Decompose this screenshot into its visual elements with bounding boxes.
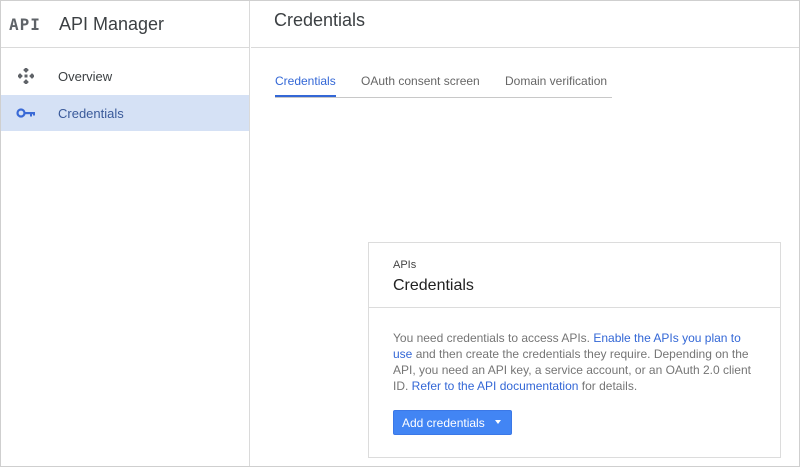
tab-oauth-consent-screen[interactable]: OAuth consent screen <box>361 74 480 88</box>
api-logo: API <box>9 14 41 34</box>
sidebar-item-credentials[interactable]: Credentials <box>1 95 249 131</box>
tab-credentials[interactable]: Credentials <box>275 74 336 97</box>
sidebar-item-label: Credentials <box>58 105 124 121</box>
tab-domain-verification[interactable]: Domain verification <box>505 74 607 88</box>
tab-bar: Credentials OAuth consent screen Domain … <box>275 74 612 98</box>
sidebar-header: API API Manager <box>1 1 249 48</box>
main-header: Credentials <box>251 1 799 48</box>
chevron-down-icon <box>495 420 501 424</box>
sidebar-item-label: Overview <box>58 68 113 84</box>
card-eyebrow: APIs <box>393 259 417 271</box>
sidebar-item-overview[interactable]: Overview <box>1 58 249 94</box>
sidebar: API API Manager Overview Credentials <box>1 1 250 466</box>
description-text: for details. <box>578 379 638 393</box>
api-documentation-link[interactable]: Refer to the API documentation <box>412 379 579 393</box>
page-title: Credentials <box>274 9 366 30</box>
card-header <box>369 243 780 308</box>
add-credentials-button[interactable]: Add credentials <box>393 410 512 435</box>
app-title: API Manager <box>59 13 165 34</box>
credentials-card: APIs Credentials You need credentials to… <box>368 242 781 458</box>
key-icon <box>15 102 37 124</box>
description-text: You need credentials to access APIs. <box>393 331 594 345</box>
card-description: You need credentials to access APIs. Ena… <box>393 330 759 394</box>
main-content: Credentials Credentials OAuth consent sc… <box>251 1 799 466</box>
overview-diamond-icon <box>15 65 37 87</box>
card-title: Credentials <box>393 277 474 294</box>
add-credentials-label: Add credentials <box>402 415 485 430</box>
